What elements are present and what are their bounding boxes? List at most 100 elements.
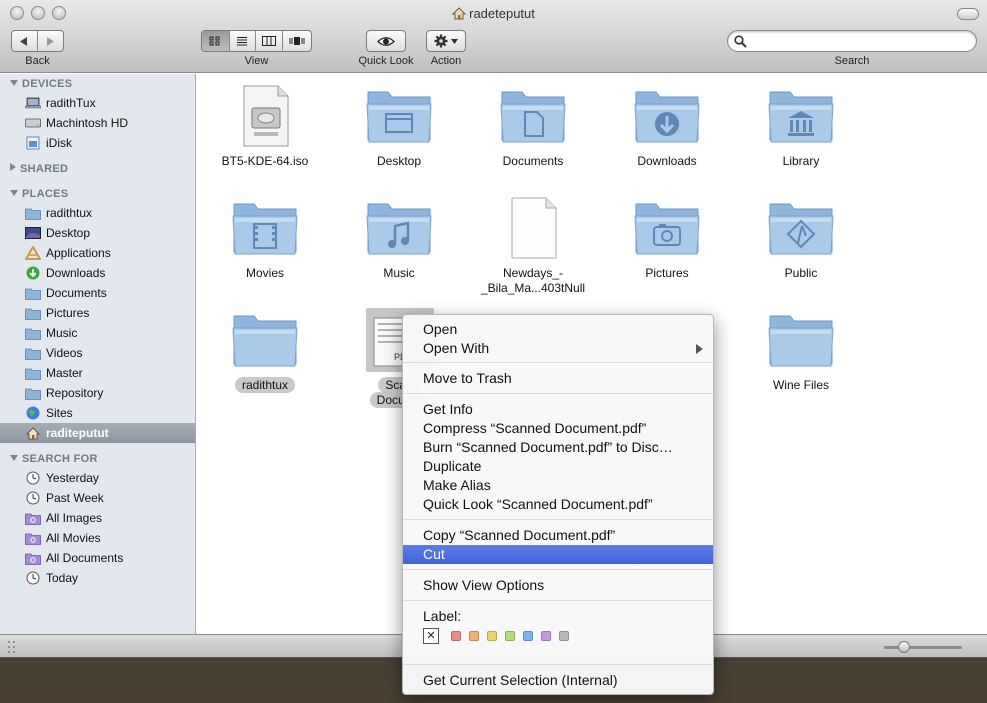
file-item-music[interactable]: Music — [332, 196, 466, 281]
column-view-icon — [261, 36, 276, 46]
sidebar-header-devices[interactable]: DEVICES — [10, 78, 72, 90]
file-item-label: Newdays_- _Bila_Ma...403tNull — [480, 266, 586, 295]
sidebar-item-master[interactable]: Master — [0, 363, 195, 383]
sidebar-item-raditeputut[interactable]: raditeputut — [0, 423, 195, 443]
coverflow-view-button[interactable] — [283, 31, 311, 51]
forward-arrow-icon — [47, 36, 55, 46]
forward-button[interactable] — [38, 31, 63, 51]
file-item-label: Music — [383, 266, 415, 280]
sidebar-item-desktop[interactable]: Desktop — [0, 223, 195, 243]
search-label: Search — [834, 55, 870, 67]
file-item-newdays[interactable]: Newdays_- _Bila_Ma...403tNull — [466, 196, 600, 296]
idisk-icon — [25, 136, 41, 150]
menu-item-compress[interactable]: Compress “Scanned Document.pdf” — [403, 419, 713, 438]
label-color-swatch[interactable] — [469, 631, 479, 641]
label-color-swatch[interactable] — [559, 631, 569, 641]
file-item-documents[interactable]: Documents — [466, 84, 600, 169]
sidebar-item-applications[interactable]: Applications — [0, 243, 195, 263]
sidebar-item-label: All Movies — [46, 531, 101, 545]
file-item-pictures[interactable]: Pictures — [600, 196, 734, 281]
home-icon — [25, 426, 41, 440]
action-button[interactable] — [426, 30, 466, 52]
menu-item-quick-look[interactable]: Quick Look “Scanned Document.pdf” — [403, 495, 713, 514]
sidebar-item-macintosh-hd[interactable]: Machintosh HD — [0, 113, 195, 133]
file-item-desktop[interactable]: Desktop — [332, 84, 466, 169]
submenu-arrow-icon — [696, 344, 703, 354]
icon-view-button[interactable] — [202, 31, 230, 51]
smart-folder-icon — [25, 531, 41, 545]
hard-drive-icon — [25, 116, 41, 130]
menu-item-duplicate[interactable]: Duplicate — [403, 457, 713, 476]
label-color-swatch[interactable] — [451, 631, 461, 641]
sidebar-item-repository[interactable]: Repository — [0, 383, 195, 403]
file-item-label: Downloads — [637, 154, 697, 168]
file-item-label: Library — [782, 154, 820, 168]
sidebar-item-today[interactable]: Today — [0, 568, 195, 588]
file-item-radithtux[interactable]: radithtux — [198, 308, 332, 393]
resize-grip-icon[interactable] — [6, 639, 18, 653]
menu-item-get-current-selection[interactable]: Get Current Selection (Internal) — [403, 671, 713, 690]
sidebar-item-sites[interactable]: Sites — [0, 403, 195, 423]
toolbar-toggle-button[interactable] — [957, 8, 979, 20]
sidebar-item-yesterday[interactable]: Yesterday — [0, 468, 195, 488]
pictures-folder-icon — [632, 196, 702, 262]
sidebar-item-documents[interactable]: Documents — [0, 283, 195, 303]
laptop-icon — [25, 96, 41, 110]
sidebar-item-idisk[interactable]: iDisk — [0, 133, 195, 153]
sidebar-item-radithtux[interactable]: radithtux — [0, 203, 195, 223]
window-title: radeteputut — [0, 6, 987, 21]
file-item-public[interactable]: Public — [734, 196, 868, 281]
quick-look-label: Quick Look — [358, 55, 414, 67]
quick-look-button[interactable] — [366, 30, 406, 52]
smart-folder-icon — [25, 511, 41, 525]
sidebar-item-downloads[interactable]: Downloads — [0, 263, 195, 283]
menu-item-move-to-trash[interactable]: Move to Trash — [403, 369, 713, 388]
sidebar-item-label: Yesterday — [46, 471, 99, 485]
file-item-downloads[interactable]: Downloads — [600, 84, 734, 169]
sidebar-item-label: Videos — [46, 346, 83, 360]
sidebar-item-pictures[interactable]: Pictures — [0, 303, 195, 323]
file-item-movies[interactable]: Movies — [198, 196, 332, 281]
label-none-button[interactable]: ✕ — [423, 628, 439, 644]
menu-item-get-info[interactable]: Get Info — [403, 400, 713, 419]
sidebar-item-all-images[interactable]: All Images — [0, 508, 195, 528]
sidebar-header-places[interactable]: PLACES — [10, 188, 68, 200]
column-view-button[interactable] — [256, 31, 283, 51]
menu-item-open-with[interactable]: Open With — [403, 339, 713, 358]
menu-item-copy[interactable]: Copy “Scanned Document.pdf” — [403, 526, 713, 545]
view-mode-control — [201, 30, 312, 52]
sidebar-header-search-for[interactable]: SEARCH FOR — [10, 453, 98, 465]
folder-icon — [25, 386, 41, 400]
label-color-swatch[interactable] — [523, 631, 533, 641]
search-icon — [734, 35, 747, 48]
menu-item-show-view-options[interactable]: Show View Options — [403, 576, 713, 595]
sidebar-item-radithtux-device[interactable]: radithTux — [0, 93, 195, 113]
label-color-swatch[interactable] — [505, 631, 515, 641]
sidebar-item-all-documents[interactable]: All Documents — [0, 548, 195, 568]
sidebar-item-music[interactable]: Music — [0, 323, 195, 343]
file-item-bt5-kde-64-iso[interactable]: BT5-KDE-64.iso — [198, 84, 332, 169]
menu-item-cut[interactable]: Cut — [403, 545, 713, 564]
sidebar-item-label: Pictures — [46, 306, 90, 320]
label-color-swatch[interactable] — [541, 631, 551, 641]
menu-item-open[interactable]: Open — [403, 320, 713, 339]
sidebar-item-past-week[interactable]: Past Week — [0, 488, 195, 508]
sidebar-item-label: All Images — [46, 511, 103, 525]
folder-icon — [25, 326, 41, 340]
menu-item-burn[interactable]: Burn “Scanned Document.pdf” to Disc… — [403, 438, 713, 457]
icon-size-slider[interactable] — [884, 641, 962, 653]
label-color-swatch[interactable] — [487, 631, 497, 641]
menu-item-make-alias[interactable]: Make Alias — [403, 476, 713, 495]
list-view-button[interactable] — [230, 31, 257, 51]
sidebar-header-shared[interactable]: SHARED — [10, 163, 68, 175]
search-input[interactable] — [750, 33, 970, 49]
file-item-library[interactable]: Library — [734, 84, 868, 169]
back-button[interactable] — [12, 31, 38, 51]
sidebar-item-all-movies[interactable]: All Movies — [0, 528, 195, 548]
sidebar-item-videos[interactable]: Videos — [0, 343, 195, 363]
slider-knob[interactable] — [898, 641, 910, 653]
applications-icon — [25, 246, 41, 260]
view-label: View — [244, 55, 269, 67]
file-item-wine-files[interactable]: Wine Files — [734, 308, 868, 393]
menu-separator — [403, 393, 713, 394]
